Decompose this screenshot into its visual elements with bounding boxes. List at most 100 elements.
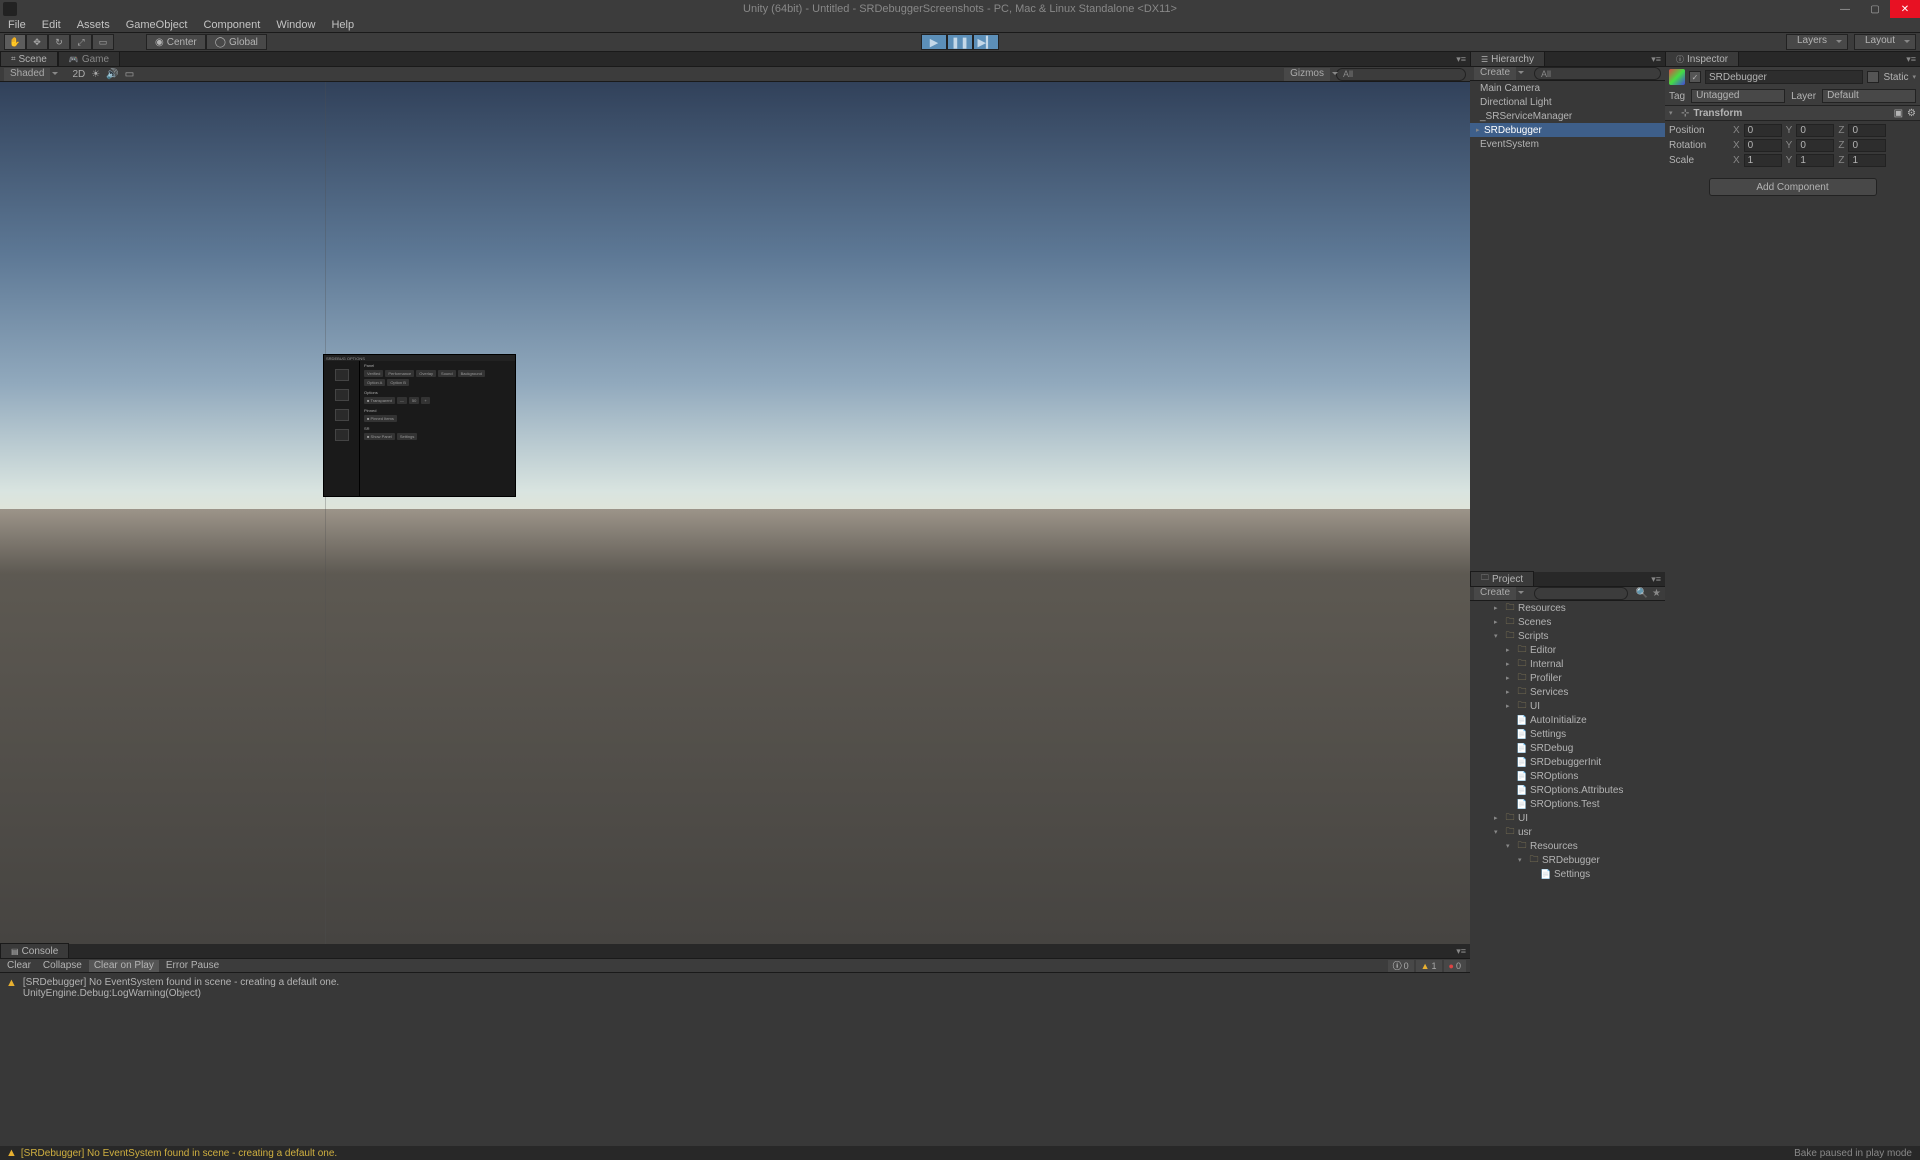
rotate-tool[interactable]: ↻ xyxy=(48,34,70,50)
project-item[interactable]: ▾🗀SRDebugger xyxy=(1470,853,1665,867)
move-tool[interactable]: ✥ xyxy=(26,34,48,50)
audio-toggle-icon[interactable]: 🔊 xyxy=(106,69,118,80)
project-body[interactable]: ▸🗀Resources▸🗀Scenes▾🗀Scripts▸🗀Editor▸🗀In… xyxy=(1470,601,1665,1146)
menu-edit[interactable]: Edit xyxy=(38,19,65,31)
hierarchy-create-button[interactable]: Create xyxy=(1474,67,1516,80)
project-item[interactable]: 📄AutoInitialize xyxy=(1470,713,1665,727)
project-item[interactable]: 📄SRDebug xyxy=(1470,741,1665,755)
project-item[interactable]: ▾🗀Resources xyxy=(1470,839,1665,853)
tab-scene[interactable]: ⌗Scene xyxy=(0,51,58,66)
gameobject-active-checkbox[interactable]: ✓ xyxy=(1689,71,1701,83)
gameobject-static-checkbox[interactable] xyxy=(1867,71,1879,83)
project-panel-menu-icon[interactable]: ▾≡ xyxy=(1651,574,1661,585)
inspector-panel-menu-icon[interactable]: ▾≡ xyxy=(1906,54,1916,65)
srdebugger-tab-4[interactable] xyxy=(335,429,349,441)
static-dropdown-icon[interactable]: ▾ xyxy=(1912,73,1916,81)
project-item[interactable]: ▾🗀Scripts xyxy=(1470,629,1665,643)
shading-mode-dropdown[interactable]: Shaded xyxy=(4,68,50,81)
hierarchy-item[interactable]: Main Camera xyxy=(1470,81,1665,95)
minimize-button[interactable]: — xyxy=(1830,0,1860,18)
project-item[interactable]: 📄SROptions.Test xyxy=(1470,797,1665,811)
scale-x-input[interactable] xyxy=(1744,154,1782,167)
position-y-input[interactable] xyxy=(1796,124,1834,137)
console-body[interactable]: ▲ [SRDebugger] No EventSystem found in s… xyxy=(0,973,1470,1146)
position-x-input[interactable] xyxy=(1744,124,1782,137)
gameobject-icon[interactable] xyxy=(1669,69,1685,85)
tab-console[interactable]: ▤Console xyxy=(0,943,69,958)
project-item[interactable]: ▸🗀Profiler xyxy=(1470,671,1665,685)
foldout-icon[interactable]: ▸ xyxy=(1494,618,1502,626)
rect-tool[interactable]: ▭ xyxy=(92,34,114,50)
project-search-input[interactable] xyxy=(1534,587,1628,600)
console-message[interactable]: ▲ [SRDebugger] No EventSystem found in s… xyxy=(2,975,1468,1001)
transform-foldout-icon[interactable]: ▾ xyxy=(1669,109,1677,117)
srdebugger-tab-1[interactable] xyxy=(335,369,349,381)
position-z-input[interactable] xyxy=(1848,124,1886,137)
hierarchy-item[interactable]: ▸SRDebugger xyxy=(1470,123,1665,137)
layers-dropdown[interactable]: Layers xyxy=(1786,34,1848,50)
srdebugger-overlay[interactable]: SRDEBUG OPTIONS PanelVerifiedPerformance… xyxy=(323,354,516,497)
menu-component[interactable]: Component xyxy=(199,19,264,31)
hierarchy-item[interactable]: EventSystem xyxy=(1470,137,1665,151)
gizmos-dropdown[interactable]: Gizmos xyxy=(1284,68,1330,81)
2d-toggle[interactable]: 2D xyxy=(72,69,85,80)
menu-file[interactable]: File xyxy=(4,19,30,31)
foldout-icon[interactable]: ▸ xyxy=(1494,604,1502,612)
rotation-y-input[interactable] xyxy=(1796,139,1834,152)
project-item[interactable]: 📄Settings xyxy=(1470,727,1665,741)
layout-dropdown[interactable]: Layout xyxy=(1854,34,1916,50)
menu-help[interactable]: Help xyxy=(327,19,358,31)
tab-project[interactable]: 🗀Project xyxy=(1470,571,1534,586)
hierarchy-body[interactable]: Main CameraDirectional Light_SRServiceMa… xyxy=(1470,81,1665,572)
error-count-badge[interactable]: ●0 xyxy=(1444,960,1466,972)
rotation-x-input[interactable] xyxy=(1744,139,1782,152)
console-collapse-button[interactable]: Collapse xyxy=(38,960,87,972)
scale-z-input[interactable] xyxy=(1848,154,1886,167)
project-create-button[interactable]: Create xyxy=(1474,587,1516,600)
tab-inspector[interactable]: ⓘInspector xyxy=(1665,51,1739,66)
project-item[interactable]: ▸🗀Scenes xyxy=(1470,615,1665,629)
info-count-badge[interactable]: ⓘ0 xyxy=(1388,960,1414,972)
project-item[interactable]: ▸🗀Services xyxy=(1470,685,1665,699)
foldout-icon[interactable]: ▸ xyxy=(1494,814,1502,822)
project-item[interactable]: ▸🗀UI xyxy=(1470,811,1665,825)
pivot-global-button[interactable]: ◯Global xyxy=(206,34,267,50)
project-item[interactable]: ▾🗀usr xyxy=(1470,825,1665,839)
tag-dropdown[interactable]: Untagged xyxy=(1691,89,1785,103)
transform-component-header[interactable]: ▾ ⊹ Transform ▣ ⚙ xyxy=(1665,105,1920,121)
scene-panel-menu-icon[interactable]: ▾≡ xyxy=(1456,54,1466,65)
project-item[interactable]: 📄SROptions xyxy=(1470,769,1665,783)
scale-tool[interactable]: ⤢ xyxy=(70,34,92,50)
srdebugger-tab-2[interactable] xyxy=(335,389,349,401)
foldout-icon[interactable]: ▸ xyxy=(1506,660,1514,668)
console-panel-menu-icon[interactable]: ▾≡ xyxy=(1456,946,1466,957)
foldout-icon[interactable]: ▾ xyxy=(1494,828,1502,836)
project-item[interactable]: 📄Settings xyxy=(1470,867,1665,881)
warn-count-badge[interactable]: ▲1 xyxy=(1416,960,1442,972)
tab-hierarchy[interactable]: ☰Hierarchy xyxy=(1470,51,1545,66)
add-component-button[interactable]: Add Component xyxy=(1709,178,1877,196)
scene-search-input[interactable]: All xyxy=(1336,68,1466,81)
hand-tool[interactable]: ✋ xyxy=(4,34,26,50)
maximize-button[interactable]: ▢ xyxy=(1860,0,1890,18)
project-filter-icon[interactable]: 🔍 xyxy=(1636,588,1648,599)
pivot-center-button[interactable]: ◉Center xyxy=(146,34,206,50)
foldout-icon[interactable]: ▸ xyxy=(1506,674,1514,682)
tab-game[interactable]: 🎮Game xyxy=(58,51,120,66)
foldout-icon[interactable]: ▾ xyxy=(1506,842,1514,850)
foldout-icon[interactable]: ▾ xyxy=(1518,856,1526,864)
scene-view[interactable]: SRDEBUG OPTIONS PanelVerifiedPerformance… xyxy=(0,82,1470,944)
gameobject-name-input[interactable] xyxy=(1705,70,1863,84)
foldout-icon[interactable]: ▸ xyxy=(1506,688,1514,696)
hierarchy-item[interactable]: _SRServiceManager xyxy=(1470,109,1665,123)
hierarchy-search-input[interactable]: All xyxy=(1534,67,1661,80)
pause-button[interactable]: ❚❚ xyxy=(947,34,973,50)
project-item[interactable]: 📄SRDebuggerInit xyxy=(1470,755,1665,769)
project-item[interactable]: ▸🗀UI xyxy=(1470,699,1665,713)
console-error-pause-button[interactable]: Error Pause xyxy=(161,960,224,972)
close-button[interactable]: ✕ xyxy=(1890,0,1920,18)
menu-window[interactable]: Window xyxy=(272,19,319,31)
hierarchy-item[interactable]: Directional Light xyxy=(1470,95,1665,109)
project-favorite-icon[interactable]: ★ xyxy=(1652,588,1661,599)
project-item[interactable]: 📄SROptions.Attributes xyxy=(1470,783,1665,797)
